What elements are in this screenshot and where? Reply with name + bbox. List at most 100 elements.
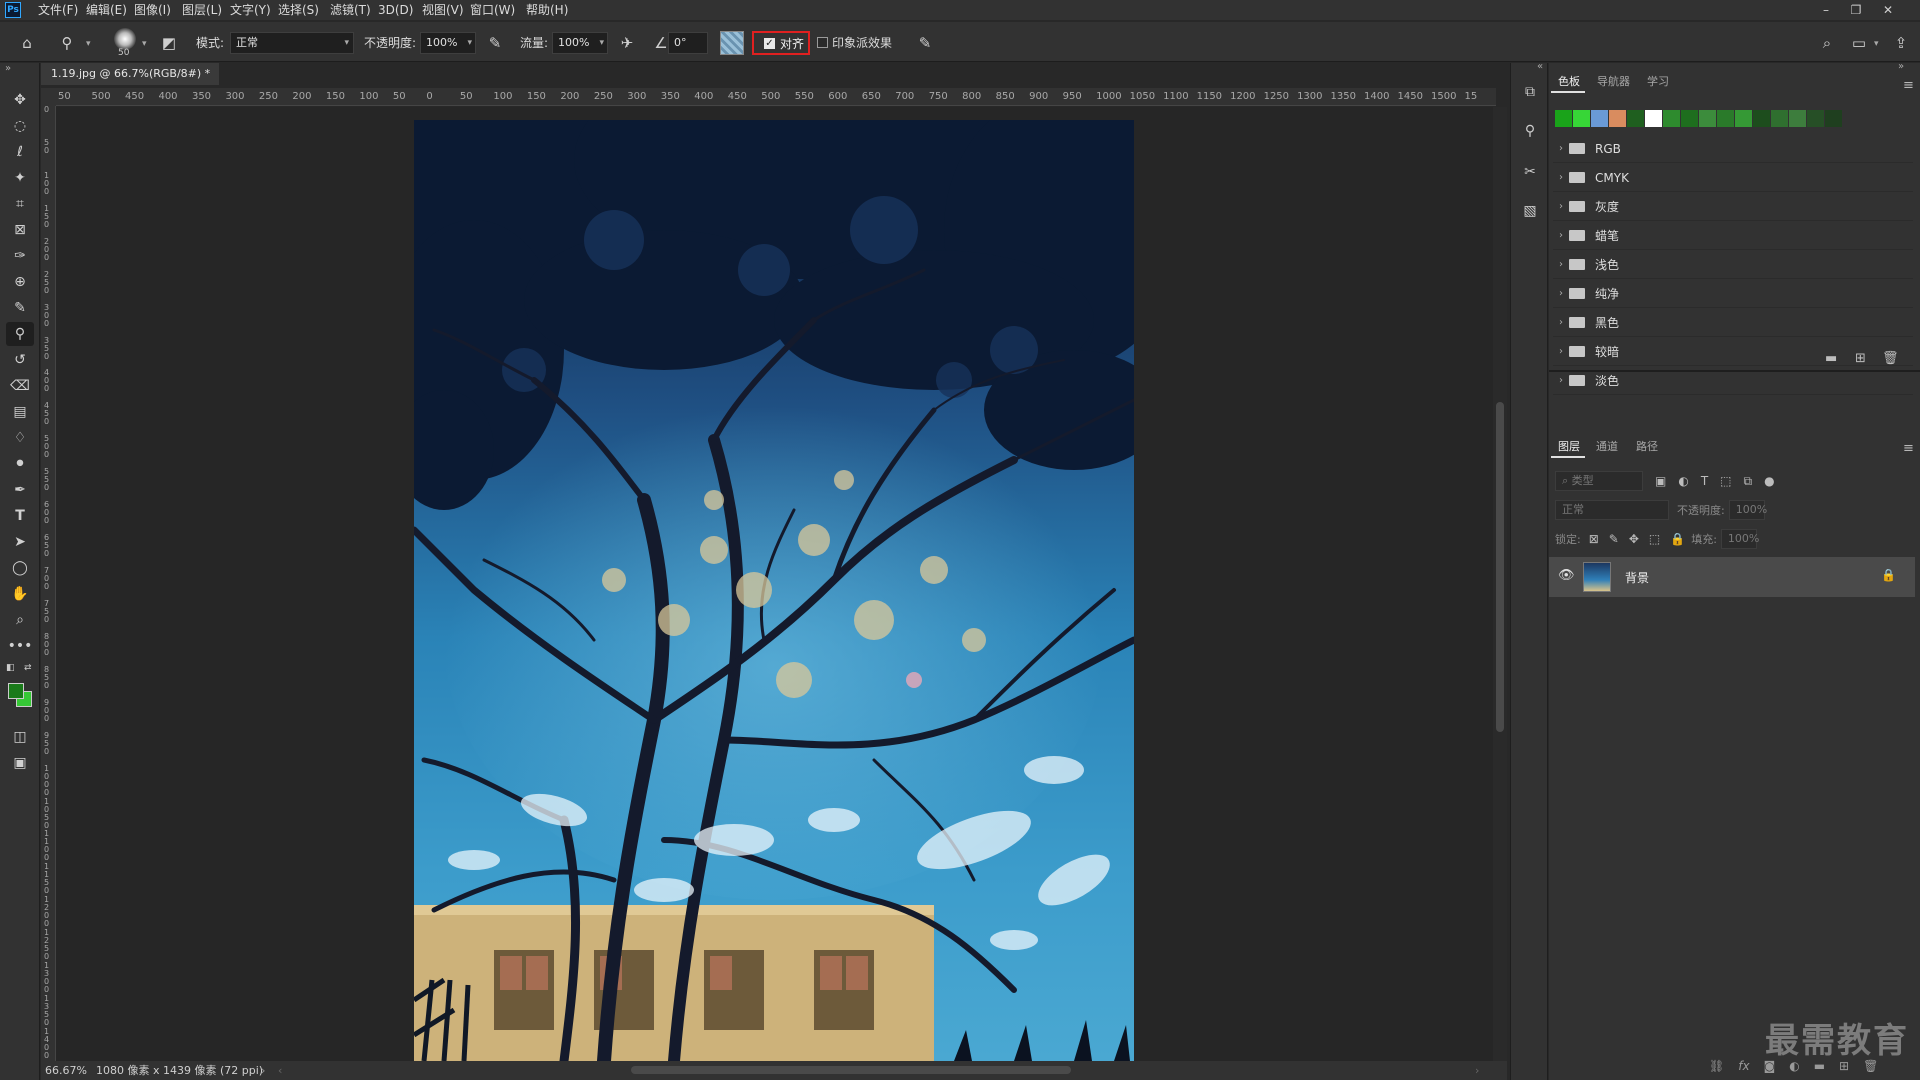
- color-swatch[interactable]: [1825, 110, 1842, 127]
- color-swatch[interactable]: [1717, 110, 1734, 127]
- tab-channels[interactable]: 通道: [1596, 438, 1618, 456]
- hand-tool-icon[interactable]: ✋: [6, 582, 34, 606]
- menu-item[interactable]: 视图(V): [418, 0, 468, 20]
- clone-stamp-preset-icon[interactable]: ⚲: [56, 32, 78, 54]
- pen-tool-icon[interactable]: ✒: [6, 478, 34, 502]
- screen-mode-icon[interactable]: ▣: [6, 751, 34, 775]
- lasso-tool-icon[interactable]: ℓ: [6, 140, 34, 164]
- history-brush-tool-icon[interactable]: ↺: [6, 348, 34, 372]
- move-tool-icon[interactable]: ✥: [6, 88, 34, 112]
- eye-icon[interactable]: 👁: [1558, 568, 1575, 583]
- search-icon[interactable]: ⌕: [1816, 32, 1838, 54]
- document-image[interactable]: [414, 120, 1134, 1061]
- chevron-right-icon[interactable]: ›: [1475, 1061, 1479, 1080]
- zoom-tool-icon[interactable]: ⌕: [6, 608, 34, 632]
- chevron-right-icon[interactable]: ›: [1553, 375, 1569, 386]
- lock-icon[interactable]: 🔒: [1881, 568, 1896, 582]
- history-icon[interactable]: ⧉: [1519, 81, 1541, 103]
- vertical-scroll-thumb[interactable]: [1496, 402, 1504, 732]
- menu-item[interactable]: 文字(Y): [226, 0, 275, 20]
- swatch-folder-row[interactable]: › 纯净: [1553, 280, 1913, 308]
- tab-learn[interactable]: 学习: [1647, 73, 1669, 91]
- impressionist-checkbox[interactable]: [817, 37, 828, 48]
- pressure-opacity-icon[interactable]: ✎: [484, 32, 506, 54]
- layer-opacity-input[interactable]: 100%: [1728, 500, 1767, 520]
- restore-button[interactable]: ❐: [1842, 0, 1870, 20]
- color-swatch[interactable]: [1663, 110, 1680, 127]
- type-filter-icon[interactable]: T: [1701, 474, 1708, 488]
- horizontal-scroll-thumb[interactable]: [631, 1066, 1071, 1074]
- clone-source-icon[interactable]: [720, 31, 744, 55]
- close-button[interactable]: ✕: [1874, 0, 1902, 20]
- color-swatch[interactable]: [1753, 110, 1770, 127]
- fill-input[interactable]: 100%: [1720, 529, 1759, 549]
- chevron-right-icon[interactable]: ›: [1553, 230, 1569, 241]
- recent-swatches[interactable]: [1555, 110, 1915, 128]
- swatch-folder-row[interactable]: › 浅色: [1553, 251, 1913, 279]
- swatch-folder-row[interactable]: › 较暗: [1553, 338, 1913, 366]
- tab-navigator[interactable]: 导航器: [1597, 73, 1630, 91]
- lock-position-icon[interactable]: ✥: [1629, 532, 1639, 546]
- opacity-input[interactable]: 100% ▾: [420, 32, 476, 54]
- menu-item[interactable]: 图层(L): [178, 0, 226, 20]
- chevron-right-icon[interactable]: ›: [1553, 201, 1569, 212]
- tab-layers[interactable]: 图层: [1558, 438, 1580, 456]
- color-swatch[interactable]: [1591, 110, 1608, 127]
- more-tools-icon[interactable]: •••: [6, 634, 34, 658]
- color-swatch[interactable]: [1699, 110, 1716, 127]
- chevron-left-icon[interactable]: ‹: [278, 1061, 282, 1080]
- menu-item[interactable]: 选择(S): [274, 0, 323, 20]
- color-swatch[interactable]: [1807, 110, 1824, 127]
- menu-item[interactable]: 编辑(E): [82, 0, 131, 20]
- mode-select[interactable]: 正常 ▾: [230, 32, 354, 54]
- angle-input[interactable]: 0°: [668, 32, 708, 54]
- workspace-icon[interactable]: ▭: [1848, 32, 1870, 54]
- color-swatch[interactable]: [1771, 110, 1788, 127]
- dodge-tool-icon[interactable]: ⚫: [6, 452, 34, 476]
- collapse-panels-icon[interactable]: «: [1537, 61, 1543, 72]
- color-swatch[interactable]: [1789, 110, 1806, 127]
- menu-item[interactable]: 滤镜(T): [326, 0, 375, 20]
- minimize-button[interactable]: –: [1812, 0, 1840, 20]
- chevron-right-icon[interactable]: ›: [1553, 288, 1569, 299]
- libraries-icon[interactable]: ▧: [1519, 200, 1541, 222]
- menu-item[interactable]: 窗口(W): [466, 0, 519, 20]
- chevron-down-icon[interactable]: ▾: [142, 35, 147, 53]
- tab-swatches[interactable]: 色板: [1558, 73, 1580, 91]
- color-swatch[interactable]: [1555, 110, 1572, 127]
- chevron-right-icon[interactable]: ›: [261, 1061, 265, 1080]
- brush-tool-icon[interactable]: ✎: [6, 296, 34, 320]
- layer-row[interactable]: 👁 背景 🔒: [1549, 557, 1915, 597]
- blur-tool-icon[interactable]: ♢: [6, 426, 34, 450]
- image-filter-icon[interactable]: ▣: [1655, 474, 1666, 488]
- eraser-tool-icon[interactable]: ⌫: [6, 374, 34, 398]
- color-swatch[interactable]: [1735, 110, 1752, 127]
- filter-toggle-icon[interactable]: ●: [1764, 474, 1774, 488]
- eyedropper-tool-icon[interactable]: ✑: [6, 244, 34, 268]
- gradient-tool-icon[interactable]: ▤: [6, 400, 34, 424]
- lock-all-icon[interactable]: 🔒: [1670, 532, 1685, 546]
- swatch-folder-row[interactable]: › 蜡笔: [1553, 222, 1913, 250]
- menu-item[interactable]: 文件(F): [34, 0, 82, 20]
- chevron-right-icon[interactable]: ›: [1553, 346, 1569, 357]
- share-icon[interactable]: ⇪: [1890, 32, 1912, 54]
- color-swatch[interactable]: [1627, 110, 1644, 127]
- link-layers-icon[interactable]: ⛓: [1709, 1059, 1724, 1073]
- magic-wand-tool-icon[interactable]: ✦: [6, 166, 34, 190]
- vertical-scrollbar[interactable]: [1493, 107, 1507, 1061]
- shape-filter-icon[interactable]: ⬚: [1720, 474, 1731, 488]
- color-swatch[interactable]: [1681, 110, 1698, 127]
- document-tab[interactable]: 1.19.jpg @ 66.7%(RGB/8#) * ×: [41, 63, 219, 102]
- chevron-right-icon[interactable]: ›: [1553, 317, 1569, 328]
- chevron-down-icon[interactable]: ▾: [1874, 35, 1879, 53]
- flow-input[interactable]: 100% ▾: [552, 32, 608, 54]
- airbrush-icon[interactable]: ✈: [616, 32, 638, 54]
- fx-icon[interactable]: fx: [1738, 1059, 1749, 1073]
- brush-preview-icon[interactable]: [114, 28, 136, 50]
- tab-paths[interactable]: 路径: [1636, 438, 1658, 456]
- swatch-folder-row[interactable]: › 灰度: [1553, 193, 1913, 221]
- marquee-tool-icon[interactable]: ◌: [6, 114, 34, 138]
- swatch-folder-row[interactable]: › CMYK: [1553, 164, 1913, 192]
- panel-menu-icon[interactable]: ≡: [1903, 441, 1914, 456]
- brush-settings-icon[interactable]: ◩: [158, 32, 180, 54]
